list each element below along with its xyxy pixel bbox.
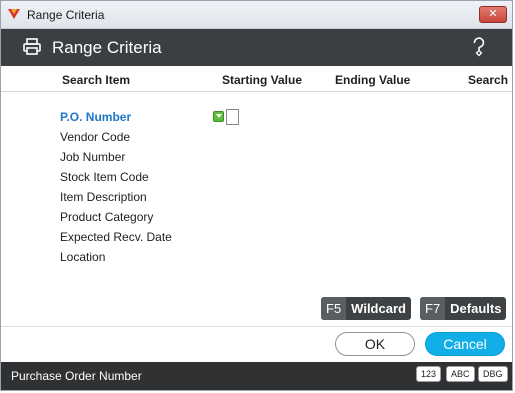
column-headers: Search Item Starting Value Ending Value … — [1, 66, 512, 92]
ok-button[interactable]: OK — [335, 332, 415, 356]
status-text: Purchase Order Number — [11, 369, 142, 383]
close-icon: ✕ — [488, 8, 498, 20]
printer-icon — [22, 37, 42, 57]
column-starting-value: Starting Value — [222, 73, 303, 87]
wildcard-label: Wildcard — [351, 301, 406, 316]
indicator-numeric: 123 — [416, 366, 442, 382]
indicator-debug: DBG — [478, 366, 508, 382]
window-title: Range Criteria — [27, 8, 105, 22]
indicator-alpha: ABC — [446, 366, 475, 382]
field-product-category[interactable]: Product Category — [60, 210, 172, 230]
defaults-key: F7 — [420, 297, 446, 320]
column-ending-value: Ending Value — [335, 73, 411, 87]
title-bar[interactable]: Range Criteria ✕ — [1, 1, 512, 29]
page-title: Range Criteria — [52, 38, 162, 57]
status-bar: Purchase Order Number 123 ABC DBG — [1, 362, 512, 390]
field-job-number[interactable]: Job Number — [60, 150, 172, 170]
field-po-number[interactable]: P.O. Number — [60, 110, 172, 130]
search-item-list: P.O. Number Vendor Code Job Number Stock… — [60, 110, 172, 270]
close-button[interactable]: ✕ — [479, 6, 507, 23]
defaults-label: Defaults — [450, 301, 502, 316]
expand-arrow-icon[interactable] — [213, 111, 224, 122]
field-expected-recv-date[interactable]: Expected Recv. Date — [60, 230, 172, 250]
wildcard-button[interactable]: F5 Wildcard — [321, 297, 411, 320]
field-item-description[interactable]: Item Description — [60, 190, 172, 210]
field-location[interactable]: Location — [60, 250, 172, 270]
starting-value-input[interactable] — [226, 109, 239, 125]
column-search-item: Search Item — [62, 73, 131, 87]
column-search: Search — [468, 73, 509, 87]
wildcard-key: F5 — [321, 297, 347, 320]
defaults-button[interactable]: F7 Defaults — [420, 297, 507, 320]
button-divider — [1, 326, 512, 327]
field-vendor-code[interactable]: Vendor Code — [60, 130, 172, 150]
field-stock-item-code[interactable]: Stock Item Code — [60, 170, 172, 190]
range-criteria-window: Range Criteria ✕ Range Criteria Search I… — [0, 0, 513, 391]
dialog-header: Range Criteria — [1, 29, 512, 66]
cancel-button[interactable]: Cancel — [425, 332, 505, 356]
app-logo-icon — [7, 7, 21, 21]
help-icon[interactable] — [471, 37, 487, 57]
